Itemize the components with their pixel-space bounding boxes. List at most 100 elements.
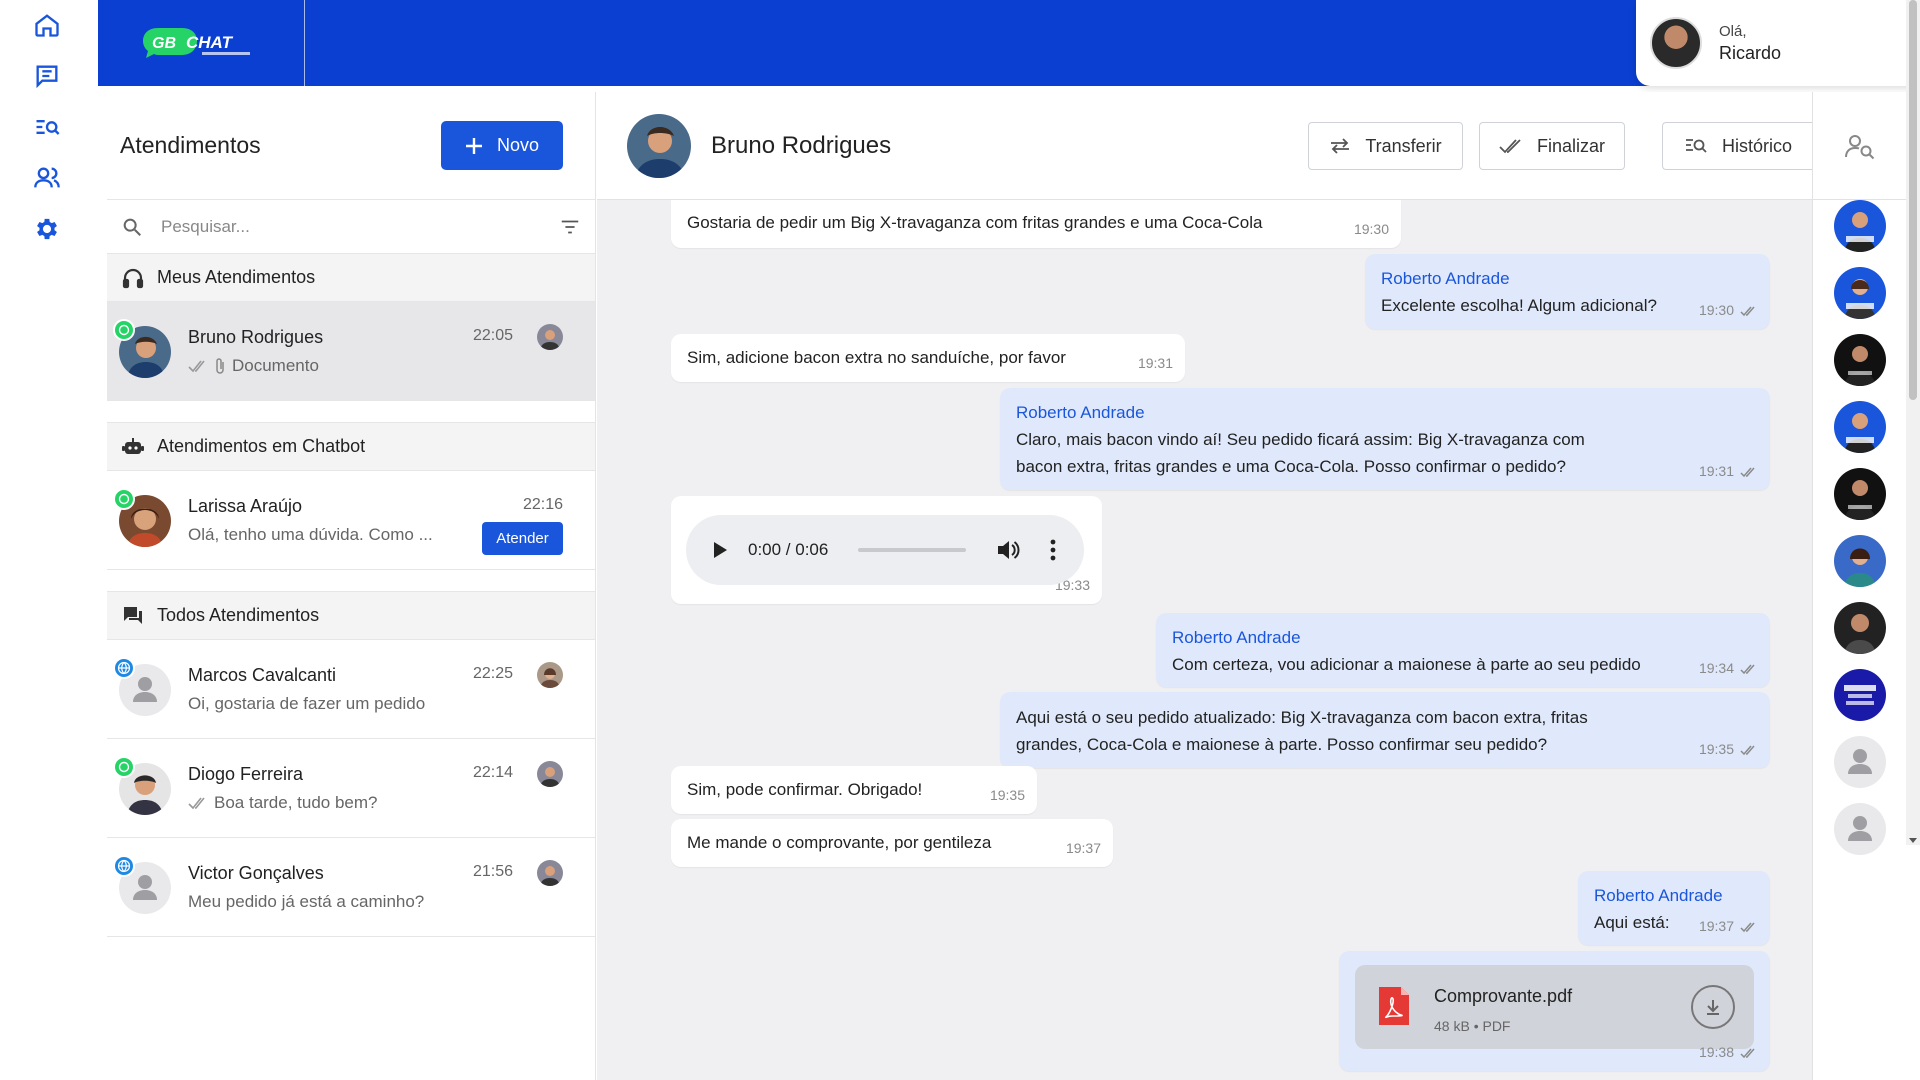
message-text: Aqui está o seu pedido atualizado: Big X… (1016, 708, 1588, 754)
message-text: Sim, pode confirmar. Obrigado! (687, 780, 923, 799)
agent-avatar[interactable] (1834, 401, 1886, 453)
users-icon (34, 167, 60, 188)
conversation-time: 22:25 (472, 665, 513, 682)
play-icon[interactable] (712, 541, 728, 559)
message-text: Gostaria de pedir um Big X-travaganza co… (687, 213, 1263, 232)
robot-icon (122, 437, 144, 454)
nav-chats[interactable] (28, 57, 66, 95)
nav-contacts[interactable] (28, 159, 66, 197)
new-conversation-button[interactable]: Novo (441, 121, 563, 170)
conversation-item[interactable]: Larissa Araújo 22:16 Olá, tenho uma dúvi… (107, 471, 595, 570)
scroll-thumb[interactable] (1909, 0, 1917, 400)
message-text: Claro, mais bacon vindo aí! Seu pedido f… (1016, 430, 1585, 476)
paperclip-icon (216, 358, 224, 374)
double-check-icon (1740, 306, 1755, 316)
audio-progress[interactable] (858, 548, 967, 552)
conversation-item[interactable]: Marcos Cavalcanti 22:25 Oi, gostaria de … (107, 640, 595, 739)
attend-button[interactable]: Atender (482, 522, 563, 555)
user-search-icon[interactable] (1844, 132, 1876, 160)
gear-icon (37, 218, 57, 240)
conversation-name: Diogo Ferreira (188, 764, 304, 784)
volume-icon[interactable] (996, 539, 1020, 561)
whatsapp-icon (113, 319, 135, 341)
file-meta: 48 kB • PDF (1434, 1018, 1511, 1034)
agent-avatar[interactable] (1834, 535, 1886, 587)
download-icon (1707, 1000, 1719, 1015)
conversation-time: 22:05 (472, 327, 513, 344)
history-button[interactable]: Histórico (1662, 122, 1813, 170)
message-incoming: Gostaria de pedir um Big X-travaganza co… (671, 200, 1401, 248)
file-attachment[interactable]: Comprovante.pdf 48 kB • PDF (1355, 965, 1754, 1049)
message-time: 19:31 (1137, 355, 1173, 371)
message-outgoing: Roberto Andrade Excelente escolha! Algum… (1365, 254, 1770, 329)
conversation-list-panel: Atendimentos Novo Meus Atendimentos Brun… (107, 92, 596, 1080)
message-outgoing: Roberto Andrade Aqui está: 19:37 (1578, 871, 1770, 945)
headset-icon (122, 268, 144, 288)
search-input[interactable] (161, 216, 559, 237)
agent-avatar[interactable] (1834, 736, 1886, 788)
message-author: Roberto Andrade (1381, 269, 1510, 288)
agent-avatar[interactable] (1834, 200, 1886, 252)
user-name: Ricardo (1719, 42, 1782, 63)
plus-icon (465, 137, 482, 154)
new-button-label: Novo (496, 135, 540, 155)
conversation-time: 21:56 (472, 863, 513, 880)
more-vert-icon[interactable] (1050, 539, 1056, 561)
agents-panel (1812, 92, 1906, 1080)
nav-search-list[interactable] (28, 108, 66, 146)
section-chatbot-label: Atendimentos em Chatbot (157, 436, 366, 456)
agent-avatar (537, 324, 563, 350)
finish-label: Finalizar (1536, 135, 1606, 156)
audio-time: 0:00 / 0:06 (748, 540, 829, 559)
transfer-button[interactable]: Transferir (1308, 122, 1463, 170)
conversation-preview: Olá, tenho uma dúvida. Como ... (188, 525, 433, 544)
nav-home[interactable] (28, 6, 66, 44)
conversation-preview: Meu pedido já está a caminho? (188, 892, 425, 911)
conversation-item[interactable]: Diogo Ferreira 22:14 Boa tarde, tudo bem… (107, 739, 595, 838)
conversation-time: 22:16 (522, 496, 563, 513)
download-button[interactable] (1691, 985, 1735, 1029)
history-label: Histórico (1721, 135, 1792, 156)
message-time: 19:38 (1698, 1044, 1734, 1060)
agent-avatar[interactable] (1834, 267, 1886, 319)
conversation-item[interactable]: Victor Gonçalves 21:56 Meu pedido já est… (107, 838, 595, 937)
message-author: Roberto Andrade (1016, 403, 1145, 422)
logo-icon: GB CHAT (143, 28, 250, 58)
conversation-preview: Boa tarde, tudo bem? (214, 793, 378, 812)
logo[interactable]: GB CHAT (98, 0, 305, 86)
agent-avatar[interactable] (1834, 468, 1886, 520)
section-mine: Meus Atendimentos (107, 254, 595, 302)
file-name: Comprovante.pdf (1434, 986, 1573, 1006)
message-text: Sim, adicione bacon extra no sanduíche, … (687, 348, 1066, 367)
message-time: 19:34 (1698, 660, 1734, 676)
message-file: Comprovante.pdf 48 kB • PDF 19:38 (1339, 951, 1770, 1071)
user-menu[interactable]: Olá, Ricardo (1636, 0, 1920, 86)
message-incoming: Me mande o comprovante, por gentileza 19… (671, 819, 1113, 867)
section-all: Todos Atendimentos (107, 592, 595, 640)
conversation-item[interactable]: Bruno Rodrigues 22:05 Documento (107, 302, 595, 401)
forum-icon (124, 606, 142, 624)
page-scrollbar[interactable] (1906, 0, 1920, 845)
contact-avatar (627, 113, 691, 178)
finish-button[interactable]: Finalizar (1479, 122, 1625, 170)
svg-text:GB: GB (152, 35, 176, 52)
agent-avatar[interactable] (1834, 334, 1886, 386)
conversation-name: Victor Gonçalves (188, 863, 324, 883)
nav-settings[interactable] (28, 210, 66, 248)
scroll-down-arrow-icon[interactable] (1909, 838, 1917, 843)
conversation-name: Bruno Rodrigues (188, 327, 324, 347)
agent-avatar[interactable] (1834, 602, 1886, 654)
agent-avatar[interactable] (1834, 669, 1886, 721)
top-bar: GB CHAT Olá, Ricardo (98, 0, 1920, 86)
user-avatar (1650, 17, 1702, 69)
audio-player[interactable]: 0:00 / 0:06 (686, 515, 1084, 585)
double-check-icon (188, 797, 205, 810)
transfer-label: Transferir (1365, 135, 1442, 156)
message-text: Me mande o comprovante, por gentileza (687, 833, 992, 852)
agent-avatar[interactable] (1834, 803, 1886, 855)
chat-icon (36, 65, 58, 89)
filter-icon[interactable] (559, 216, 581, 238)
message-time: 19:37 (1698, 918, 1734, 934)
transfer-icon (1331, 138, 1350, 154)
double-check-icon (188, 360, 205, 373)
